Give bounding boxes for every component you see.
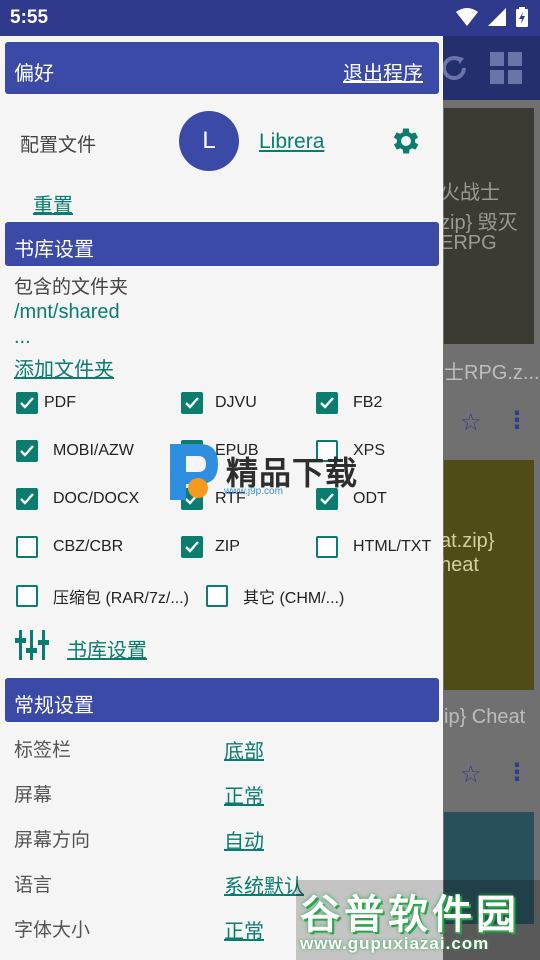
more-options-icon[interactable]: ⋮ — [505, 406, 529, 435]
equalizer-icon[interactable] — [15, 628, 49, 662]
pref-value-orientation[interactable]: 自动 — [224, 825, 264, 854]
checkbox-label: 其它 (CHM/...) — [243, 590, 345, 607]
checkbox-box[interactable] — [181, 536, 203, 558]
book1-cover-line-1: 火战士 — [440, 182, 500, 204]
general-settings-header: 常规设置 — [5, 678, 439, 722]
pref-value-font-size[interactable]: 正常 — [224, 915, 264, 944]
profile-avatar[interactable]: L — [179, 111, 239, 171]
checkbox-other[interactable]: 其它 (CHM/...) — [206, 584, 344, 608]
grid-view-icon[interactable] — [488, 50, 524, 86]
checkbox-label: 压缩包 (RAR/7z/...) — [53, 590, 190, 607]
book2-filename: ip} Cheat — [444, 706, 526, 728]
checkbox-mobi[interactable]: MOBI/AZW — [16, 440, 134, 462]
watermark-j9p-url: www.j9p.com — [224, 486, 283, 497]
checkbox-zip[interactable]: ZIP — [181, 536, 240, 558]
preferences-title: 偏好 — [14, 63, 54, 85]
library-settings-title: 书库设置 — [14, 239, 94, 261]
checkbox-label: DJVU — [215, 394, 257, 411]
book1-cover-line-2: zip} 毁灭 — [440, 212, 518, 234]
checkbox-djvu[interactable]: DJVU — [181, 392, 257, 414]
folder-more: ... — [14, 326, 31, 348]
book2-cover-line-2: heat — [440, 554, 479, 576]
battery-icon — [516, 7, 528, 27]
checkbox-box[interactable] — [181, 392, 203, 414]
wifi-icon — [456, 8, 478, 26]
book1-filename: 士RPG.z... — [444, 362, 540, 384]
status-time: 5:55 — [10, 7, 49, 28]
checkbox-box[interactable] — [16, 585, 38, 607]
checkbox-box[interactable] — [16, 440, 38, 462]
checkbox-label: MOBI/AZW — [53, 442, 134, 459]
checkbox-cbz[interactable]: CBZ/CBR — [16, 536, 123, 558]
checkbox-box[interactable] — [206, 585, 228, 607]
watermark-j9p: 精品下载 www.j9p.com — [160, 440, 358, 502]
checkbox-html[interactable]: HTML/TXT — [316, 536, 431, 558]
library-settings-link[interactable]: 书库设置 — [67, 634, 147, 663]
checkbox-label: HTML/TXT — [353, 538, 432, 555]
pref-label-font-size: 字体大小 — [14, 920, 91, 941]
watermark-gupu-text: 谷普软件园 — [300, 893, 520, 937]
checkbox-fb2[interactable]: FB2 — [316, 392, 382, 414]
checkbox-box[interactable] — [16, 488, 38, 510]
checkbox-label: CBZ/CBR — [53, 538, 124, 555]
checkbox-label: FB2 — [353, 394, 383, 411]
status-bar: 5:55 — [0, 0, 540, 36]
pref-value-tabbar[interactable]: 底部 — [224, 735, 264, 764]
favorite-star-icon-2[interactable]: ☆ — [460, 760, 482, 789]
watermark-gupu-url: www.gupuxiazai.com — [300, 934, 490, 953]
checkbox-box[interactable] — [316, 392, 338, 414]
pref-value-screen[interactable]: 正常 — [224, 780, 264, 809]
checkbox-box[interactable] — [16, 392, 38, 414]
signal-icon — [488, 8, 506, 26]
more-options-icon-2[interactable]: ⋮ — [505, 758, 529, 787]
preferences-header: 偏好 退出程序 — [5, 42, 439, 94]
status-icons — [456, 7, 528, 27]
checkbox-label: DOC/DOCX — [53, 490, 140, 507]
folder-path[interactable]: /mnt/shared — [14, 301, 120, 324]
book2-cover-line-1: at.zip} — [440, 530, 495, 552]
watermark-gupu: 谷普软件园 www.gupuxiazai.com — [296, 880, 540, 960]
folders-label: 包含的文件夹 — [14, 277, 129, 298]
favorite-star-icon[interactable]: ☆ — [460, 408, 482, 437]
checkbox-label: ODT — [353, 490, 387, 507]
gear-icon[interactable] — [389, 124, 423, 158]
book1-cover-line-3: ERPG — [440, 232, 497, 254]
library-settings-header: 书库设置 — [5, 222, 439, 266]
j9p-logo-icon — [170, 444, 218, 500]
checkbox-pdf[interactable]: PDF — [16, 392, 76, 414]
checkbox-box[interactable] — [316, 536, 338, 558]
pref-label-tabbar: 标签栏 — [14, 740, 72, 761]
profile-name-link[interactable]: Librera — [259, 130, 324, 154]
pref-label-orientation: 屏幕方向 — [14, 830, 91, 851]
checkbox-box[interactable] — [16, 536, 38, 558]
pref-value-language[interactable]: 系统默认 — [224, 870, 304, 899]
pref-label-language: 语言 — [14, 875, 53, 896]
general-settings-title: 常规设置 — [14, 695, 94, 717]
checkbox-doc[interactable]: DOC/DOCX — [16, 488, 139, 510]
checkbox-label: ZIP — [215, 538, 240, 555]
profile-label: 配置文件 — [20, 135, 97, 156]
exit-app-link[interactable]: 退出程序 — [343, 57, 423, 86]
pref-label-screen: 屏幕 — [14, 785, 53, 806]
reset-link[interactable]: 重置 — [33, 189, 73, 218]
checkbox-label: PDF — [44, 394, 76, 411]
add-folder-link[interactable]: 添加文件夹 — [14, 353, 114, 382]
checkbox-archives[interactable]: 压缩包 (RAR/7z/...) — [16, 584, 189, 608]
